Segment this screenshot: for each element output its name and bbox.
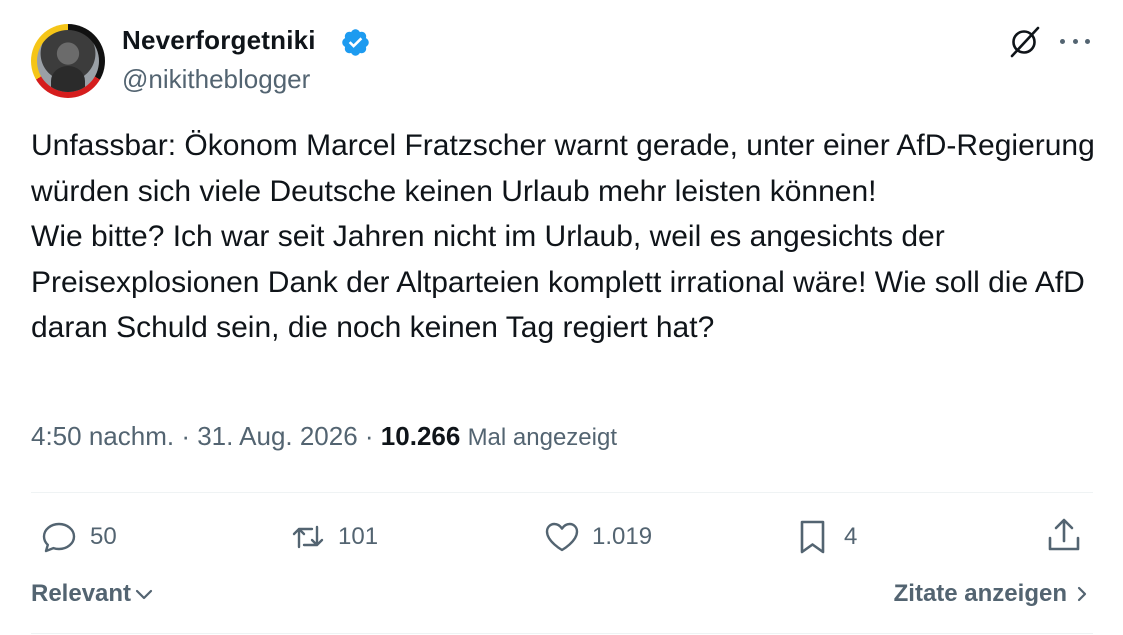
more-dot [1085,38,1090,44]
avatar[interactable] [31,24,105,98]
verified-badge-icon [342,29,369,56]
meta-separator: · [357,421,381,451]
more-icon[interactable] [1060,36,1090,46]
tweet-text: Unfassbar: Ökonom Marcel Fratzscher warn… [31,129,1095,344]
reply-count: 50 [90,523,117,550]
like-count: 1.019 [592,523,653,550]
avatar-photo [37,30,99,92]
bookmark-count: 4 [844,523,858,550]
tweet-meta: 4:50 nachm. · 31. Aug. 2026 · 10.266 Mal… [31,421,617,452]
view-quotes-link[interactable]: Zitate anzeigen [894,580,1089,608]
quotes-label: Zitate anzeigen [893,580,1067,607]
like-button[interactable]: 1.019 [542,516,652,558]
views-count: 10.266 [380,421,461,451]
share-icon[interactable] [1044,516,1084,556]
repost-icon [292,525,324,549]
reply-icon [42,522,76,553]
divider [31,633,1093,634]
sort-label: Relevant [31,580,132,607]
tweet-time[interactable]: 4:50 nachm. [31,421,174,451]
repost-count: 101 [338,523,379,550]
sort-replies-button[interactable]: Relevant [31,580,155,608]
tweet-date[interactable]: 31. Aug. 2026 [197,421,357,451]
bookmark-button[interactable]: 4 [794,516,857,558]
divider [31,492,1093,493]
like-icon [545,522,579,552]
meta-separator: · [174,421,198,451]
author-display-name[interactable]: Neverforgetniki [122,25,316,56]
repost-button[interactable]: 101 [288,516,378,558]
author-handle[interactable]: @nikitheblogger [122,64,310,95]
chevron-down-icon [135,589,153,600]
more-dot [1060,38,1065,44]
views-label: Mal angezeigt [467,424,617,451]
more-dot [1072,38,1078,44]
chevron-right-icon [1077,586,1087,602]
grok-icon[interactable] [1005,23,1043,61]
bookmark-icon [800,520,825,554]
reply-button[interactable]: 50 [40,516,117,558]
